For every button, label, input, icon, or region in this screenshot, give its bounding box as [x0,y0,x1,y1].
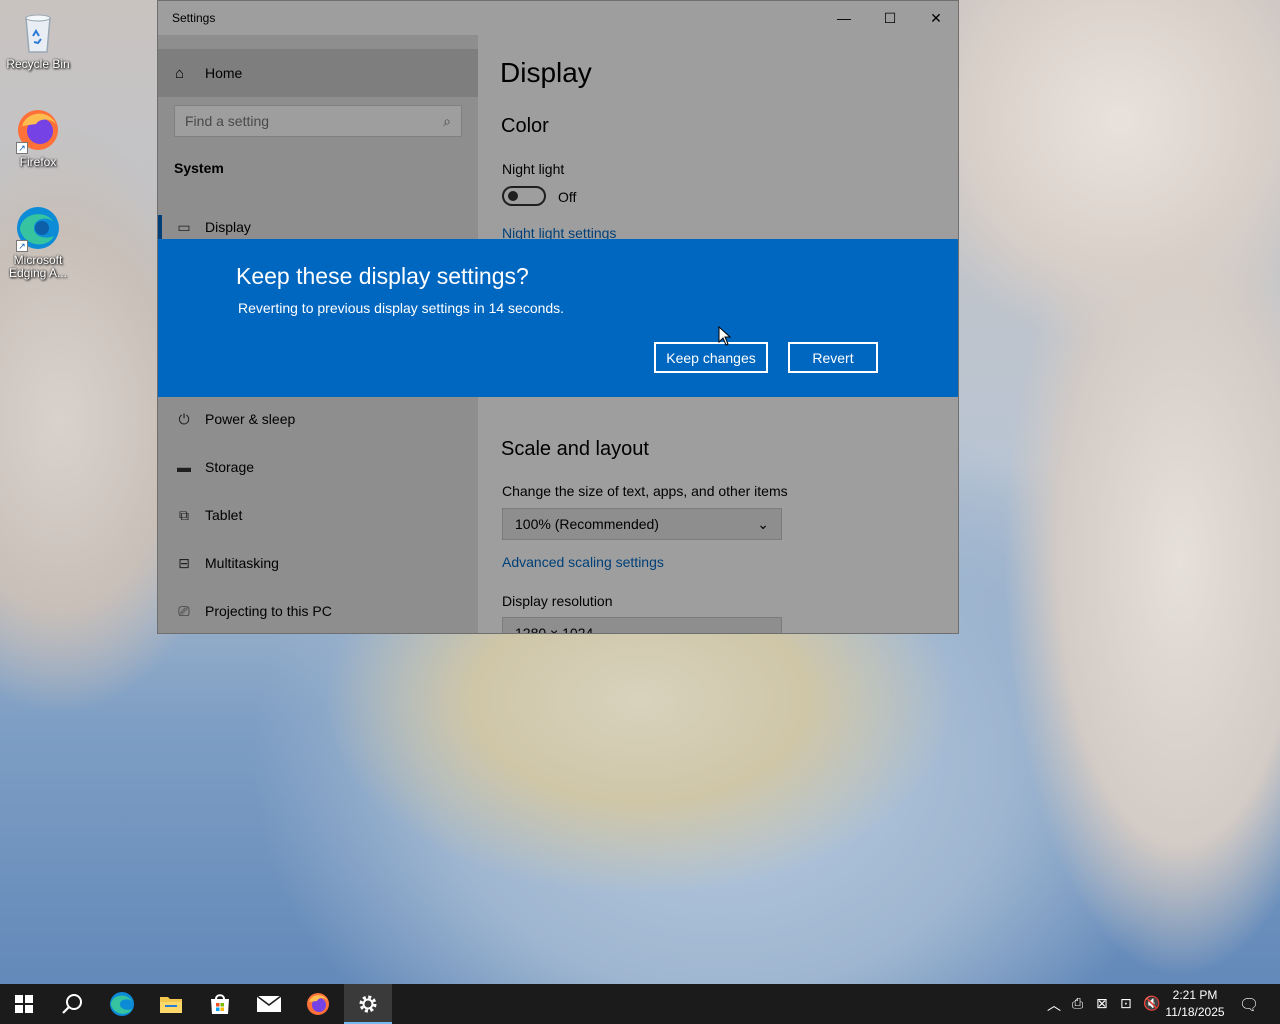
desktop-icon-label: Recycle Bin [6,57,70,71]
store-button[interactable] [196,984,244,1024]
search-icon [62,994,82,1014]
volume-muted-icon[interactable]: 🔇 [1143,995,1160,1012]
keep-settings-dialog: Keep these display settings? Reverting t… [158,239,958,397]
taskbar-edge-button[interactable] [98,984,146,1024]
store-icon [211,994,229,1014]
chevron-up-icon[interactable]: ︿ [1047,995,1061,1015]
taskbar-clock[interactable]: 2:21 PM 11/18/2025 [1160,987,1230,1021]
revert-button[interactable]: Revert [788,342,878,373]
dialog-message: Reverting to previous display settings i… [238,300,565,316]
recycle-bin-icon [14,8,62,56]
gear-icon [359,995,377,1013]
start-button[interactable] [0,984,48,1024]
windows-icon [15,995,33,1013]
edge-icon [110,992,134,1016]
keep-changes-button[interactable]: Keep changes [654,342,768,373]
firefox-icon: ↗ [14,106,62,154]
network-icon[interactable]: ⊡ [1120,995,1132,1012]
taskbar-settings-button[interactable] [344,984,392,1024]
taskbar-firefox-button[interactable] [294,984,342,1024]
shortcut-arrow-icon: ↗ [16,142,28,154]
notification-icon[interactable]: 🗨 [1239,995,1259,1015]
desktop-icon-recycle-bin[interactable]: Recycle Bin [2,8,74,71]
desktop-icon-label: Microsoft Edging A... [8,253,68,280]
meet-now-icon[interactable]: ⎙ [1072,995,1083,1012]
clock-time: 2:21 PM [1172,988,1218,1002]
folder-icon [160,997,182,1013]
mail-button[interactable] [245,984,293,1024]
shortcut-arrow-icon: ↗ [16,240,28,252]
clock-date: 11/18/2025 [1165,1005,1225,1019]
file-explorer-button[interactable] [147,984,195,1024]
dialog-title: Keep these display settings? [236,263,529,289]
mail-icon [256,995,282,1012]
edge-icon: ↗ [14,204,62,252]
search-button[interactable] [48,984,96,1024]
taskbar: ︿ ⎙ ⊠ ⊡ 🔇 2:21 PM 11/18/2025 🗨 [0,984,1280,1024]
settings-window: Settings — ☐ ✕ ⌂ Home Find a setting ⌕ S… [157,0,959,634]
desktop-icon-edge[interactable]: ↗ Microsoft Edging A... [2,204,74,280]
desktop-icon-label: Firefox [19,155,57,169]
mouse-cursor-icon [718,325,732,351]
firefox-icon [307,993,329,1015]
desktop-icon-firefox[interactable]: ↗ Firefox [2,106,74,169]
security-alert-icon[interactable]: ⊠ [1096,995,1108,1012]
